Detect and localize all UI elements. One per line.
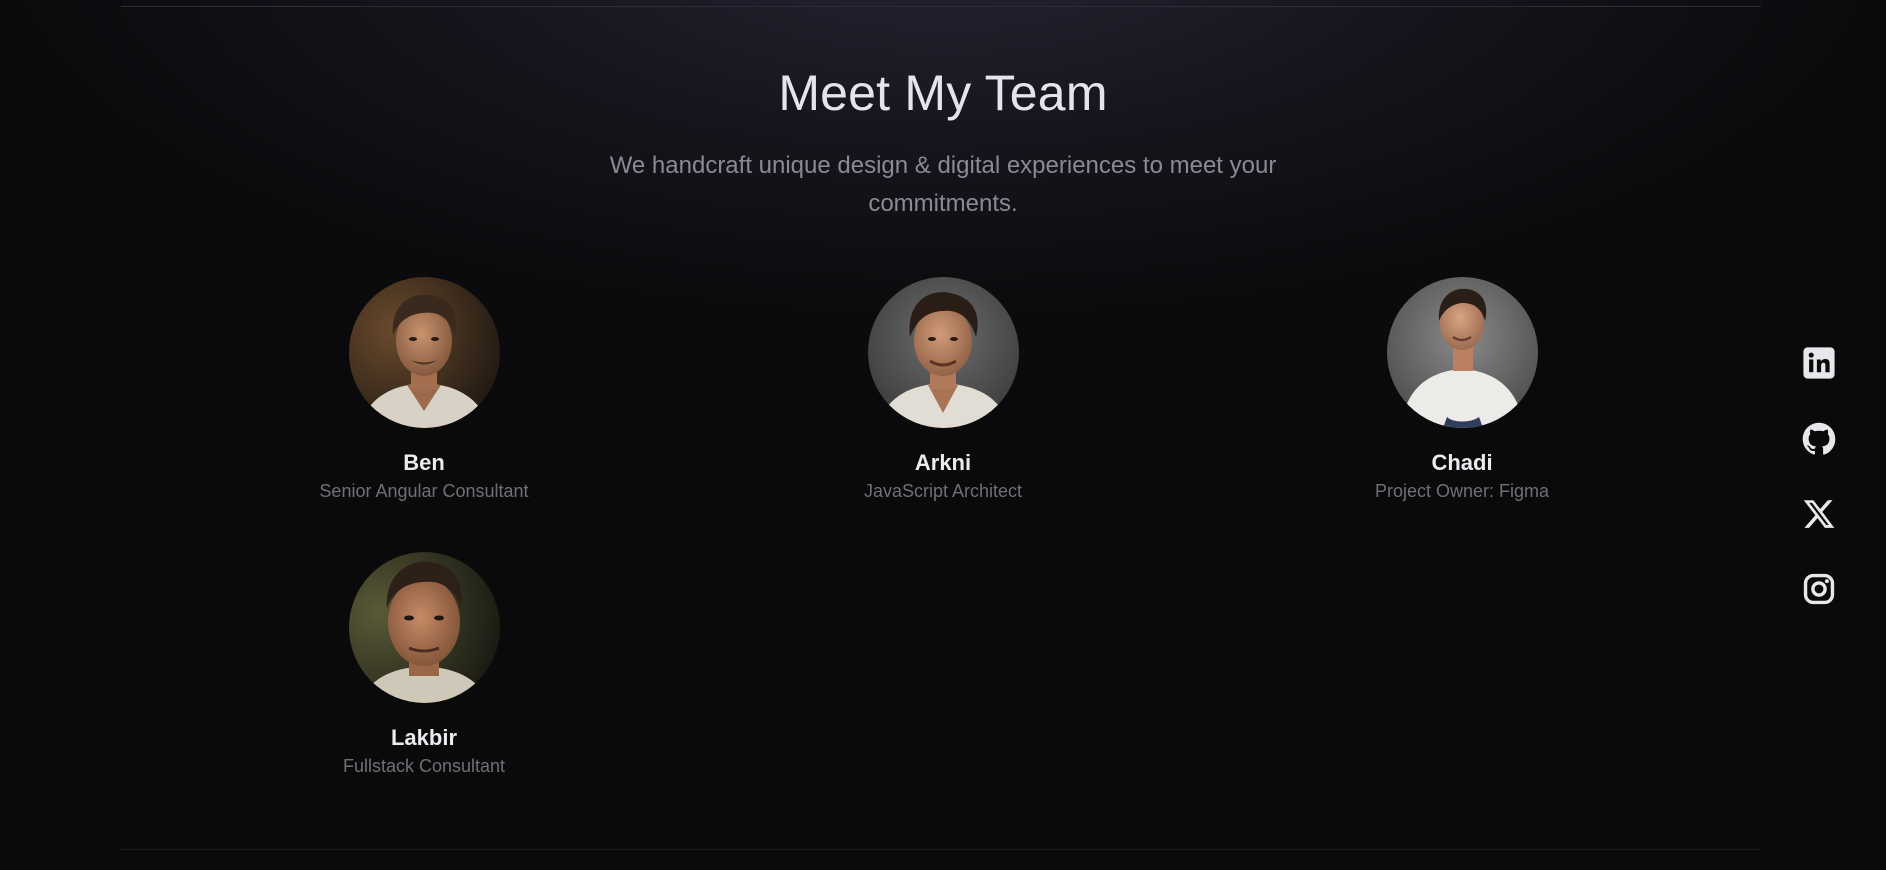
github-icon bbox=[1802, 422, 1836, 455]
github-link[interactable] bbox=[1801, 421, 1837, 457]
top-divider bbox=[121, 6, 1761, 7]
x-twitter-icon bbox=[1803, 500, 1835, 528]
member-name: Chadi bbox=[1431, 450, 1493, 475]
avatar bbox=[867, 277, 1019, 428]
team-section: Meet My Team We handcraft unique design … bbox=[0, 0, 1886, 870]
portrait-photo bbox=[1386, 277, 1538, 428]
avatar bbox=[348, 277, 500, 428]
avatar bbox=[1386, 277, 1538, 428]
instagram-icon bbox=[1803, 573, 1835, 605]
member-role: Project Owner: Figma bbox=[1374, 481, 1550, 501]
member-role: JavaScript Architect bbox=[863, 481, 1023, 501]
portrait-photo bbox=[348, 277, 500, 428]
portrait-photo bbox=[867, 277, 1019, 428]
member-name: Lakbir bbox=[390, 725, 458, 750]
section-title: Meet My Team bbox=[778, 65, 1108, 121]
instagram-link[interactable] bbox=[1801, 571, 1837, 607]
team-member-card: Chadi Project Owner: Figma bbox=[1282, 277, 1642, 502]
bottom-divider bbox=[121, 849, 1761, 850]
avatar bbox=[348, 552, 500, 703]
section-subtitle: We handcraft unique design & digital exp… bbox=[609, 152, 1277, 217]
team-member-card: Arkni JavaScript Architect bbox=[763, 277, 1123, 502]
member-role: Fullstack Consultant bbox=[342, 756, 506, 776]
x-twitter-link[interactable] bbox=[1801, 496, 1837, 532]
portrait-photo bbox=[348, 552, 500, 703]
member-name: Ben bbox=[403, 450, 445, 475]
linkedin-link[interactable] bbox=[1801, 345, 1837, 381]
member-role: Senior Angular Consultant bbox=[319, 481, 529, 501]
team-member-card: Lakbir Fullstack Consultant bbox=[244, 552, 604, 777]
team-member-card: Ben Senior Angular Consultant bbox=[244, 277, 604, 502]
linkedin-icon bbox=[1803, 347, 1835, 379]
member-name: Arkni bbox=[914, 450, 972, 475]
